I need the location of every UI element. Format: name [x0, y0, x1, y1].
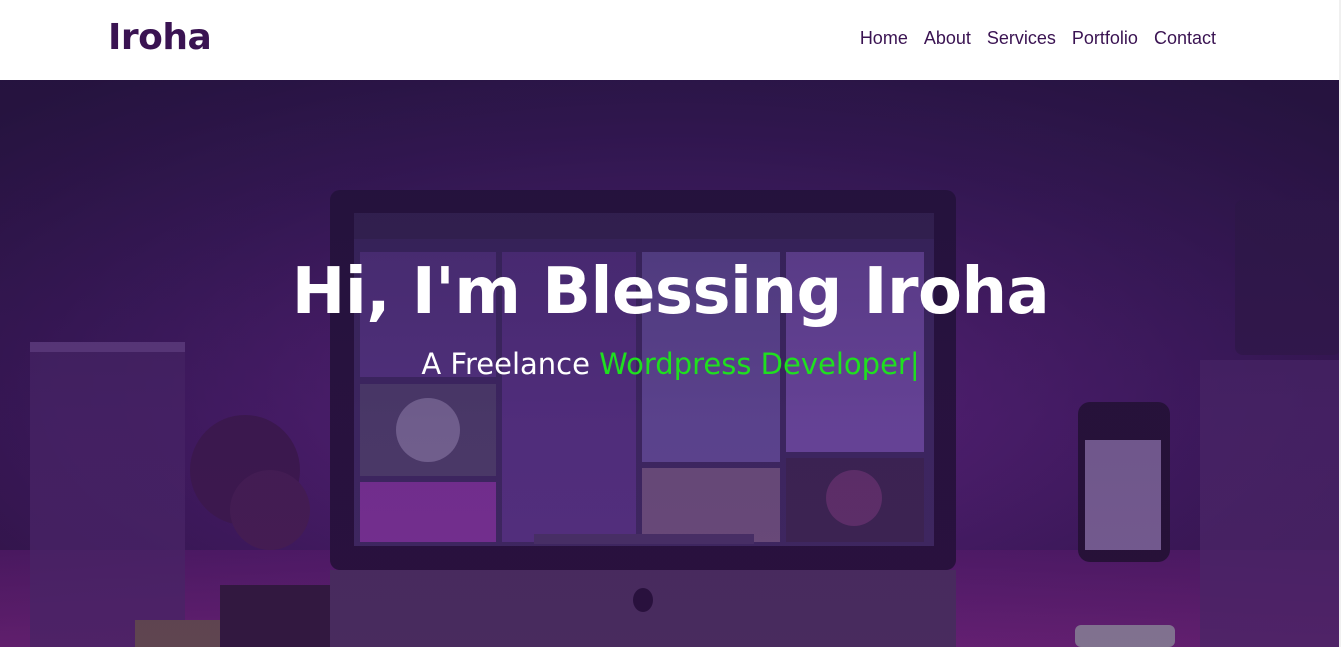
hero-subtitle-prefix: A Freelance: [421, 347, 600, 381]
site-logo[interactable]: Iroha: [108, 14, 212, 62]
nav-portfolio-link[interactable]: Portfolio: [1072, 26, 1138, 50]
hero-subtitle: A Freelance Wordpress Developer|: [0, 344, 1341, 384]
nav-contact-link[interactable]: Contact: [1154, 26, 1216, 50]
typed-text: Wordpress Developer: [599, 347, 910, 381]
nav-services-link[interactable]: Services: [987, 26, 1056, 50]
typing-cursor: |: [909, 347, 920, 381]
hero-title: Hi, I'm Blessing Iroha: [291, 255, 1050, 329]
hero-section: Hi, I'm Blessing Iroha A Freelance Wordp…: [0, 80, 1341, 647]
nav-about-link[interactable]: About: [924, 26, 971, 50]
main-nav: Home About Services Portfolio Contact: [860, 26, 1216, 50]
header: Iroha Home About Services Portfolio Cont…: [0, 0, 1341, 80]
nav-home-link[interactable]: Home: [860, 26, 908, 50]
